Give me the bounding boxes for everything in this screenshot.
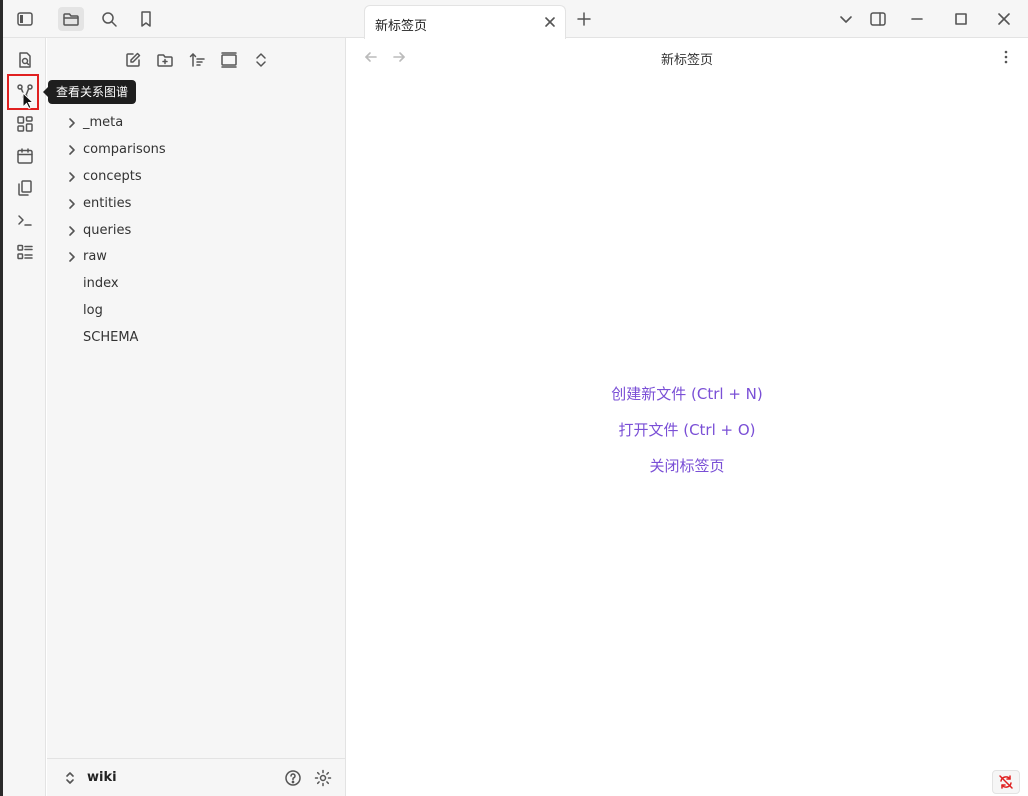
right-sidebar-icon — [870, 12, 886, 26]
files-icon — [63, 13, 79, 26]
daily-notes-icon — [17, 148, 33, 164]
chevron-right-icon — [69, 118, 75, 128]
bookmarks-icon — [141, 11, 151, 27]
folder-item[interactable]: raw — [59, 244, 329, 270]
chevron-right-icon — [69, 145, 75, 155]
empty-state: 创建新文件 (Ctrl + N) 打开文件 (Ctrl + O) 关闭标签页 — [346, 380, 1028, 488]
folder-label: raw — [83, 249, 107, 264]
folder-label: comparisons — [83, 142, 166, 157]
ribbon — [3, 38, 46, 796]
close-tab-link[interactable]: 关闭标签页 — [346, 452, 1028, 488]
command-palette-icon — [18, 215, 32, 226]
vault-switch-icon[interactable] — [63, 771, 77, 785]
folder-item[interactable]: concepts — [59, 164, 329, 190]
bases-button[interactable] — [15, 242, 35, 262]
tab-title: 新标签页 — [375, 19, 428, 34]
vault-bar: wiki — [47, 758, 346, 796]
quick-switcher-button[interactable] — [15, 50, 35, 70]
new-note-button[interactable] — [123, 50, 143, 70]
templates-button[interactable] — [15, 178, 35, 198]
chevron-right-icon — [69, 172, 75, 182]
new-note-icon — [126, 52, 141, 67]
new-folder-button[interactable] — [155, 50, 175, 70]
new-tab-icon[interactable] — [576, 11, 592, 27]
sync-status-button[interactable] — [992, 770, 1020, 794]
new-folder-icon — [157, 54, 173, 67]
chevron-right-icon — [69, 199, 75, 209]
vault-name[interactable]: wiki — [87, 770, 117, 785]
expand-collapse-icon — [256, 53, 266, 67]
file-explorer: _meta comparisons concepts entities quer… — [47, 38, 346, 796]
help-icon[interactable] — [284, 769, 302, 787]
search-icon — [102, 12, 117, 27]
view-title: 新标签页 — [660, 53, 713, 68]
folder-item[interactable]: _meta — [59, 110, 329, 136]
close-tab-icon[interactable] — [543, 15, 557, 29]
canvas-icon — [17, 116, 33, 132]
tab-bar: 新标签页 — [346, 0, 1028, 39]
more-options-icon[interactable] — [1004, 49, 1008, 65]
folder-item[interactable]: comparisons — [59, 137, 329, 163]
view-header: 新标签页 — [346, 38, 1028, 76]
quick-switcher-icon — [19, 52, 31, 68]
maximize-icon — [955, 13, 967, 25]
canvas-button[interactable] — [15, 114, 35, 134]
open-file-link[interactable]: 打开文件 (Ctrl + O) — [346, 416, 1028, 452]
sync-error-icon — [999, 775, 1013, 789]
sidebar-toggle-icon — [17, 12, 33, 26]
folder-label: queries — [83, 223, 132, 238]
file-item[interactable]: index — [59, 271, 329, 297]
tab-search[interactable] — [96, 7, 122, 31]
tab-files[interactable] — [58, 7, 84, 31]
chevron-down-icon — [840, 16, 852, 23]
chevron-right-icon — [69, 226, 75, 236]
folder-label: _meta — [83, 115, 124, 130]
close-icon — [998, 13, 1010, 25]
sidebar-header — [3, 0, 346, 38]
sort-icon — [189, 53, 205, 67]
minimize-icon — [911, 18, 923, 20]
tab-new-tab[interactable]: 新标签页 — [364, 5, 566, 39]
toggle-sidebar-button[interactable] — [12, 7, 38, 31]
maximize-button[interactable] — [950, 9, 972, 29]
file-label: log — [83, 303, 103, 318]
command-palette-button[interactable] — [15, 210, 35, 230]
minimize-button[interactable] — [906, 9, 928, 29]
gear-icon[interactable] — [314, 769, 332, 787]
folder-item[interactable]: queries — [59, 218, 329, 244]
tab-list-dropdown[interactable] — [835, 9, 857, 29]
file-item[interactable]: SCHEMA — [59, 325, 329, 351]
tab-bookmarks[interactable] — [133, 7, 159, 31]
sort-button[interactable] — [187, 50, 207, 70]
daily-notes-button[interactable] — [15, 146, 35, 166]
file-label: SCHEMA — [83, 330, 139, 345]
create-file-link[interactable]: 创建新文件 (Ctrl + N) — [346, 380, 1028, 416]
chevron-right-icon — [69, 252, 75, 262]
templates-icon — [18, 180, 32, 196]
close-window-button[interactable] — [993, 9, 1015, 29]
toggle-right-sidebar-button[interactable] — [867, 9, 889, 29]
folder-item[interactable]: entities — [59, 191, 329, 217]
collapse-icon — [221, 52, 237, 68]
file-item[interactable]: log — [59, 298, 329, 324]
bases-icon — [17, 244, 33, 260]
tooltip: 查看关系图谱 — [42, 80, 137, 104]
auto-reveal-button[interactable] — [219, 50, 239, 70]
mouse-cursor-icon — [22, 92, 34, 110]
folder-label: concepts — [83, 169, 142, 184]
file-label: index — [83, 276, 119, 291]
folder-label: entities — [83, 196, 132, 211]
expand-collapse-button[interactable] — [251, 50, 271, 70]
